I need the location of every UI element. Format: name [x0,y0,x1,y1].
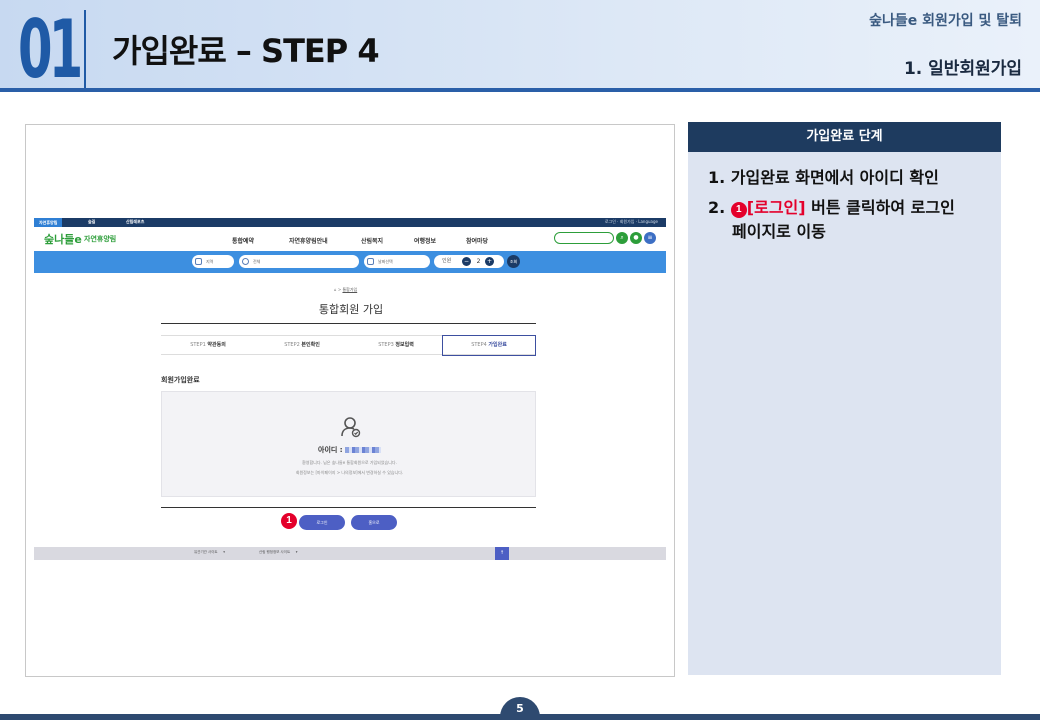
topbar-right-links[interactable]: 로그인 · 회원가입 · Language [605,219,658,225]
region-icon [195,258,202,265]
search-go-button[interactable]: 조회 [507,255,520,268]
annotation-marker-1: 1 [281,513,297,529]
page-number: 5 [500,697,540,720]
step-2: STEP2 본인확인 [255,336,349,355]
header-category: 숲나들e 회원가입 및 탈퇴 [869,13,1022,29]
region-label: 지역 [206,259,214,264]
section-title: 회원가입완료 [161,376,200,384]
forest-admin-select[interactable]: 산림 행정정보 사이트 ▾ [259,550,298,555]
menu-item-forest-info[interactable]: 자연휴양림안내 [289,236,328,245]
step-2-number: 2. [708,198,726,217]
user-icon[interactable]: ● [630,232,642,244]
menu-item-welfare[interactable]: 산림복지 [361,236,383,245]
region-select[interactable]: 지역 [192,255,234,268]
guest-count: 2 [476,258,481,265]
signup-complete-box: 아이디 : 환영합니다. 님은 숲나들e 통합회원으로 가입되었습니다. 회원정… [161,391,536,497]
step-2-text: 버튼 클릭하여 로그인 [805,198,955,217]
reservation-search-bar: 지역 전체 날짜선택 인원 − 2 + 조회 [34,251,666,273]
step-4-active: STEP4 가입완료 [442,335,536,356]
step-3-label: 정보입력 [395,342,414,348]
site-logo[interactable]: 숲나들e [44,231,82,247]
site-navbar: 숲나들e 자연휴양림 통합예약 자연휴양림안내 산림복지 여행정보 참여마당 ⌕… [34,227,666,251]
page-heading: 통합회원 가입 [318,303,384,316]
step-4-label: 가입완료 [488,342,507,348]
home-button[interactable]: 홈으로 [351,515,397,530]
step-2-label: 본인확인 [301,342,320,348]
date-select[interactable]: 날짜선택 [364,255,430,268]
topbar-tab-trail[interactable]: 숲길 [88,219,95,225]
facility-label: 전체 [253,259,261,264]
date-label: 날짜선택 [378,259,393,264]
user-check-icon [341,417,361,438]
slide-header: 01 가입완료 – STEP 4 숲나들e 회원가입 및 탈퇴 1. 일반회원가… [0,0,1040,92]
login-highlight: [로그인] [746,198,806,217]
site-logo-sub: 자연휴양림 [84,235,117,243]
plus-icon[interactable]: + [485,257,494,266]
facility-icon [242,258,249,265]
home-icon[interactable]: ⌂ [334,287,337,292]
forest-admin-label: 산림 행정정보 사이트 [259,550,291,554]
section-number: 01 [18,3,83,96]
site-footer-bar: 유관기관 사이트 ▾ 산림 행정정보 사이트 ▾ ↑ [34,547,666,560]
step-2-num: STEP2 [284,342,300,348]
bottom-divider [161,507,536,508]
scroll-top-button[interactable]: ↑ [495,547,509,560]
menu-item-community[interactable]: 참여마당 [466,236,488,245]
facility-select[interactable]: 전체 [239,255,359,268]
website-screenshot: 자연휴양림 숲길 산림레포츠 로그인 · 회원가입 · Language 숲나들… [25,124,675,677]
search-icon[interactable]: ⌕ [616,232,628,244]
header-subtitle: 1. 일반회원가입 [903,59,1022,79]
header-separator [84,10,86,88]
instruction-step-2: 2. 1 [로그인] 버튼 클릭하여 로그인 [708,196,955,220]
info-message: 회원정보는 [마이페이지 > 나의정보]에서 변경하실 수 있습니다. [295,470,404,475]
guest-label: 인원 [442,258,452,264]
steps-divider [161,323,536,324]
breadcrumb-current[interactable]: 통합가입 [342,287,357,292]
topbar-tab-forest[interactable]: 자연휴양림 [34,218,63,227]
breadcrumb: ⌂ > 통합가입 [334,287,358,292]
step-1-label: 약관동의 [207,342,226,348]
menu-icon[interactable]: ≡ [644,232,656,244]
slide-title: 가입완료 – STEP 4 [112,32,380,70]
minus-icon[interactable]: − [462,257,471,266]
id-label: 아이디 : [318,446,343,454]
instruction-panel: 1. 가입완료 화면에서 아이디 확인 2. 1 [로그인] 버튼 클릭하여 로그… [688,152,1001,675]
step-1: STEP1 약관동의 [161,336,255,355]
header-underline [0,88,1040,92]
instruction-step-1: 1. 가입완료 화면에서 아이디 확인 [708,168,939,187]
site-topbar: 자연휴양림 숲길 산림레포츠 로그인 · 회원가입 · Language [34,218,666,227]
related-sites-select[interactable]: 유관기관 사이트 ▾ [194,550,225,555]
step-1-num: STEP1 [190,342,206,348]
signup-steps: STEP1 약관동의 STEP2 본인확인 STEP3 정보입력 STEP4 가… [161,335,536,356]
site-search-input[interactable] [554,232,614,244]
step-4-num: STEP4 [471,342,487,348]
panel-title: 가입완료 단계 [688,122,1001,152]
instruction-step-2-cont: 페이지로 이동 [732,222,826,241]
login-button[interactable]: 로그인 [299,515,345,530]
menu-item-reservation[interactable]: 통합예약 [232,236,254,245]
step-3-num: STEP3 [378,342,394,348]
welcome-message: 환영합니다. 님은 숲나들e 통합회원으로 가입되었습니다. [302,460,397,465]
topbar-tab-leisure[interactable]: 산림레포츠 [126,219,144,225]
user-id-line: 아이디 : [162,445,537,455]
annotation-marker-ref: 1 [730,202,747,218]
masked-user-id [345,447,381,453]
step-3: STEP3 정보입력 [349,336,443,355]
menu-item-travel[interactable]: 여행정보 [414,236,436,245]
related-sites-label: 유관기관 사이트 [194,550,218,554]
calendar-icon [367,258,374,265]
